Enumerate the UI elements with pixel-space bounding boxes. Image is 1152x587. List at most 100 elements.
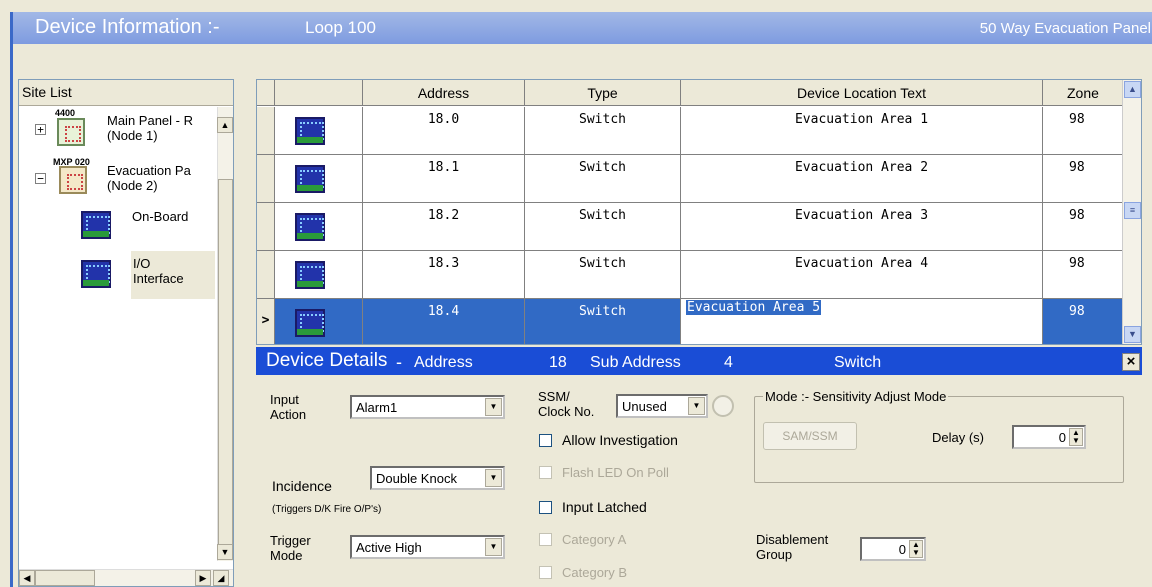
- grid-row[interactable]: 18.2 Switch Evacuation Area 3 98: [257, 203, 1123, 251]
- trigger-mode-value: Active High: [356, 540, 422, 555]
- row-selector[interactable]: [257, 203, 275, 250]
- ssm-clock-select[interactable]: Unused ▼: [616, 394, 708, 418]
- location-edit-text[interactable]: Evacuation Area 5: [685, 299, 823, 316]
- tree-node-on-board[interactable]: On-Board: [132, 209, 188, 224]
- grid-row[interactable]: 18.1 Switch Evacuation Area 2 98: [257, 155, 1123, 203]
- spin-arrows-icon[interactable]: ▲ ▼: [1069, 428, 1083, 446]
- site-list-header: Site List: [19, 80, 233, 106]
- loop-label: Loop 100: [305, 18, 376, 37]
- type-cell[interactable]: Switch: [525, 155, 681, 202]
- tree-node-evacuation-panel[interactable]: Evacuation Pa (Node 2): [107, 163, 191, 193]
- horizontal-scroll-thumb[interactable]: [35, 570, 95, 586]
- clock-icon[interactable]: [712, 395, 734, 417]
- grid-header-row: Address Type Device Location Text Zone: [257, 80, 1123, 106]
- expand-node-1-button[interactable]: +: [35, 124, 46, 135]
- collapse-node-2-button[interactable]: −: [35, 173, 46, 184]
- io-interface-icon[interactable]: [81, 260, 111, 288]
- row-selector[interactable]: [257, 251, 275, 298]
- on-board-icon[interactable]: [81, 211, 111, 239]
- device-board-icon: [295, 213, 325, 241]
- sensitivity-mode-label: Mode :- Sensitivity Adjust Mode: [763, 389, 949, 404]
- main-panel-icon[interactable]: [57, 118, 85, 146]
- zone-column-header[interactable]: Zone: [1043, 80, 1123, 105]
- trigger-mode-select[interactable]: Active High ▼: [350, 535, 505, 559]
- scroll-up-button[interactable]: ▲: [217, 117, 233, 133]
- type-cell[interactable]: Switch: [525, 251, 681, 298]
- grid-scroll-down-button[interactable]: ▼: [1124, 326, 1141, 343]
- title-bar: Device Information :- Loop 100 50 Way Ev…: [13, 12, 1152, 44]
- window-title: Device Information :-: [35, 16, 220, 38]
- category-a-checkbox[interactable]: [539, 533, 552, 546]
- scroll-left-button[interactable]: ◀: [19, 570, 35, 586]
- location-cell[interactable]: Evacuation Area 1: [681, 107, 1043, 154]
- address-cell[interactable]: 18.2: [363, 203, 525, 250]
- address-cell[interactable]: 18.0: [363, 107, 525, 154]
- device-type-value: Switch: [834, 354, 882, 371]
- input-latched-checkbox[interactable]: [539, 501, 552, 514]
- location-cell[interactable]: Evacuation Area 4: [681, 251, 1043, 298]
- location-cell[interactable]: Evacuation Area 3: [681, 203, 1043, 250]
- zone-cell[interactable]: 98: [1043, 203, 1123, 250]
- type-cell[interactable]: Switch: [525, 299, 681, 344]
- flash-led-label: Flash LED On Poll: [562, 465, 669, 480]
- row-pointer-icon[interactable]: >: [257, 299, 275, 344]
- location-cell[interactable]: Evacuation Area 2: [681, 155, 1043, 202]
- on-board-label: On-Board: [132, 209, 189, 224]
- grid-scroll-up-button[interactable]: ▲: [1124, 81, 1141, 98]
- chevron-down-icon[interactable]: ▼: [688, 397, 705, 415]
- zone-cell[interactable]: 98: [1043, 155, 1123, 202]
- chevron-down-icon[interactable]: ▼: [485, 469, 502, 487]
- grid-scroll-thumb[interactable]: ≡: [1124, 202, 1141, 219]
- tree-node-main-panel[interactable]: Main Panel - R (Node 1): [107, 113, 193, 143]
- device-details-title: Device Details: [266, 350, 388, 371]
- zone-cell[interactable]: 98: [1043, 107, 1123, 154]
- type-cell[interactable]: Switch: [525, 203, 681, 250]
- grid-vertical-scrollbar[interactable]: ▲ ≡ ▼: [1122, 80, 1141, 344]
- address-column-header[interactable]: Address: [363, 80, 525, 105]
- trigger-mode-label: Trigger Mode: [270, 533, 311, 563]
- location-cell-editing[interactable]: Evacuation Area 5: [681, 299, 1043, 344]
- category-b-label: Category B: [562, 565, 628, 580]
- disablement-value: 0: [898, 542, 906, 557]
- input-action-value: Alarm1: [356, 400, 398, 415]
- scroll-right-button[interactable]: ▶: [195, 570, 211, 586]
- chevron-down-icon[interactable]: ▼: [485, 538, 502, 556]
- device-icon-cell: [275, 155, 363, 202]
- zone-cell[interactable]: 98: [1043, 251, 1123, 298]
- device-icon-cell: [275, 107, 363, 154]
- grid-row[interactable]: 18.0 Switch Evacuation Area 1 98: [257, 107, 1123, 155]
- type-cell[interactable]: Switch: [525, 107, 681, 154]
- address-cell[interactable]: 18.1: [363, 155, 525, 202]
- scroll-down-button[interactable]: ▼: [217, 544, 233, 560]
- address-cell[interactable]: 18.4: [363, 299, 525, 344]
- incidence-select[interactable]: Double Knock ▼: [370, 466, 505, 490]
- zone-cell[interactable]: 98: [1043, 299, 1123, 344]
- row-selector[interactable]: [257, 155, 275, 202]
- flash-led-checkbox[interactable]: [539, 466, 552, 479]
- allow-investigation-label: Allow Investigation: [562, 432, 678, 448]
- close-details-button[interactable]: ×: [1122, 353, 1140, 371]
- type-column-header[interactable]: Type: [525, 80, 681, 105]
- chevron-down-icon[interactable]: ▼: [485, 398, 502, 416]
- input-action-select[interactable]: Alarm1 ▼: [350, 395, 505, 419]
- sam-ssm-button[interactable]: SAM/SSM: [763, 422, 857, 450]
- resize-grip-icon[interactable]: ◢: [213, 570, 229, 586]
- spin-arrows-icon[interactable]: ▲ ▼: [909, 540, 923, 558]
- allow-investigation-checkbox[interactable]: [539, 434, 552, 447]
- grid-row-selected[interactable]: > 18.4 Switch Evacuation Area 5 98: [257, 299, 1123, 344]
- evacuation-panel-icon[interactable]: [59, 166, 87, 194]
- address-cell[interactable]: 18.3: [363, 251, 525, 298]
- row-selector[interactable]: [257, 107, 275, 154]
- delay-spinner[interactable]: 0 ▲ ▼: [1012, 425, 1086, 449]
- grid-row[interactable]: 18.3 Switch Evacuation Area 4 98: [257, 251, 1123, 299]
- site-list-vertical-scrollbar[interactable]: ▲ ▼: [217, 107, 233, 561]
- node-1-sub: (Node 1): [107, 128, 158, 143]
- device-icon-cell: [275, 299, 363, 344]
- location-column-header[interactable]: Device Location Text: [681, 80, 1043, 105]
- site-list-horizontal-scrollbar[interactable]: ◀ ▶ ◢: [19, 569, 233, 586]
- device-details-panel: Device Details - Address 18 Sub Address …: [256, 347, 1142, 587]
- disablement-group-spinner[interactable]: 0 ▲ ▼: [860, 537, 926, 561]
- category-b-checkbox[interactable]: [539, 566, 552, 579]
- tree-node-io-interface[interactable]: I/O Interface: [133, 256, 184, 286]
- vertical-scroll-thumb[interactable]: [218, 179, 233, 549]
